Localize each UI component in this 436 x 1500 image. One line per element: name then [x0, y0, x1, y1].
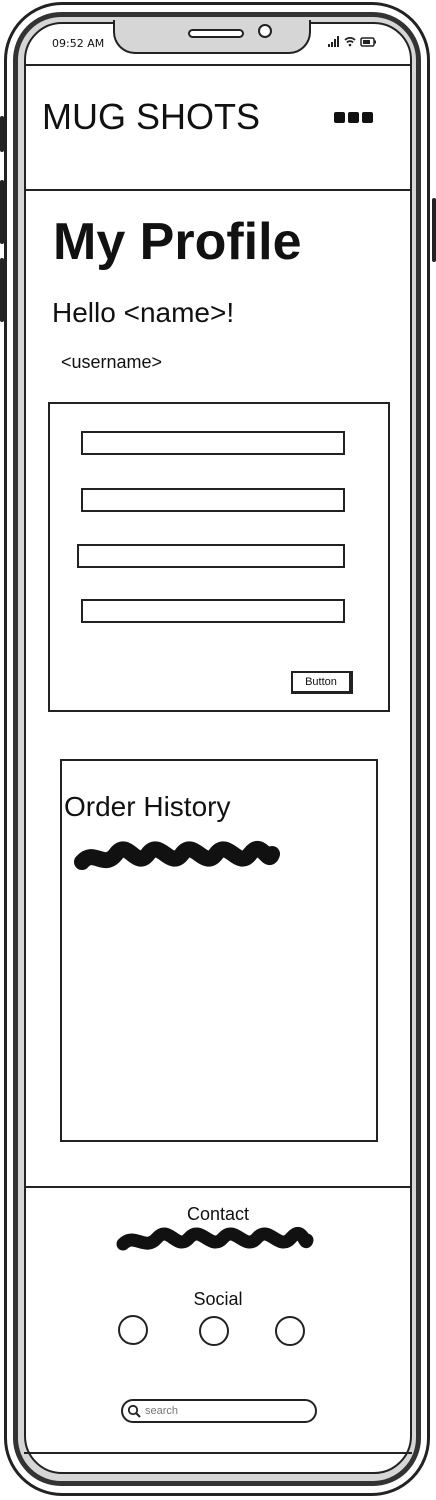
form-field[interactable]	[81, 431, 345, 455]
social-circle-icon[interactable]	[199, 1316, 229, 1346]
footer-divider	[26, 1186, 410, 1188]
search-bar[interactable]: search	[121, 1399, 317, 1423]
side-button	[0, 116, 4, 152]
form-submit-button[interactable]: Button	[291, 671, 353, 694]
signal-wifi-battery-icon	[328, 36, 376, 47]
form-field[interactable]	[77, 544, 345, 568]
side-button	[0, 180, 4, 244]
form-field[interactable]	[81, 488, 345, 512]
greeting-text: Hello <name>!	[52, 297, 235, 328]
contact-scribble	[116, 1227, 314, 1251]
search-placeholder: search	[145, 1405, 179, 1417]
home-bar	[24, 1452, 412, 1454]
form-field[interactable]	[81, 599, 345, 623]
header-divider	[26, 189, 410, 191]
search-icon	[127, 1404, 141, 1418]
order-history-scribble	[74, 841, 280, 870]
header-top-divider	[26, 64, 410, 66]
status-icons	[327, 34, 379, 51]
status-time: 09:52 AM	[52, 37, 105, 50]
contact-heading: Contact	[186, 1204, 250, 1224]
social-heading: Social	[193, 1289, 243, 1309]
social-circle-icon[interactable]	[118, 1315, 148, 1345]
username-text: <username>	[61, 352, 163, 372]
app-title: MUG SHOTS	[42, 96, 261, 137]
side-button	[432, 198, 436, 262]
social-circle-icon[interactable]	[275, 1316, 305, 1346]
menu-ellipsis-icon[interactable]	[334, 112, 374, 128]
order-history-title: Order History	[64, 791, 231, 822]
camera-icon	[258, 24, 272, 38]
page-title: My Profile	[53, 213, 302, 271]
side-button	[0, 258, 4, 322]
speaker-icon	[188, 29, 244, 38]
